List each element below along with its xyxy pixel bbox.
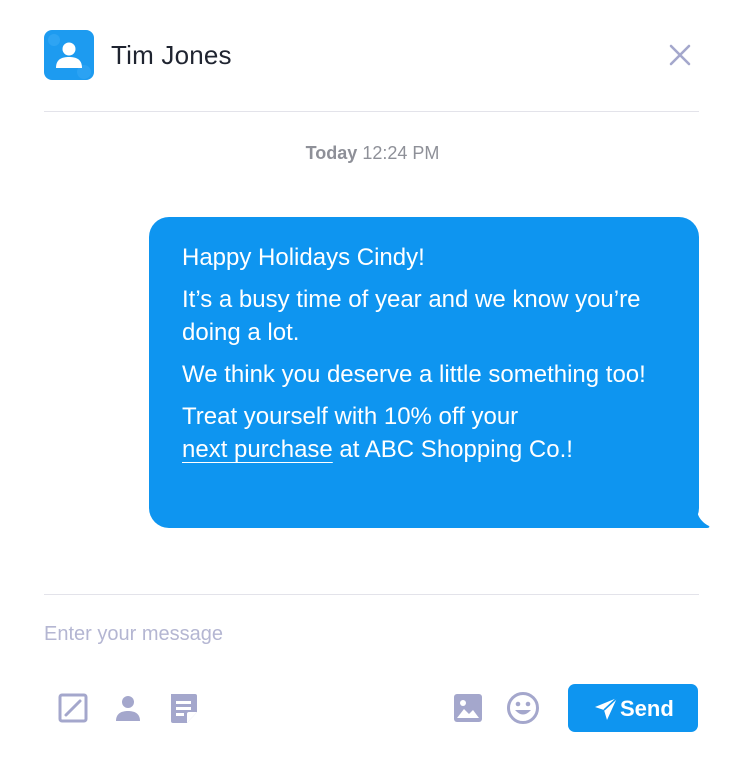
message-timestamp: Today 12:24 PM bbox=[0, 143, 745, 164]
person-avatar-icon bbox=[48, 34, 91, 79]
note-button[interactable] bbox=[166, 691, 200, 725]
contact-avatar bbox=[44, 30, 94, 80]
message-line-suffix: at ABC Shopping Co.! bbox=[332, 436, 573, 463]
message-line-prefix: Treat yourself with 10% off your bbox=[182, 403, 519, 430]
emoji-button[interactable] bbox=[506, 691, 540, 725]
close-icon bbox=[669, 44, 691, 66]
message-line: Happy Holidays Cindy! bbox=[182, 244, 425, 271]
message-line: It’s a busy time of year and we know you… bbox=[182, 286, 641, 346]
edit-button[interactable] bbox=[56, 691, 90, 725]
send-button[interactable]: Send bbox=[568, 684, 698, 732]
emoji-icon bbox=[507, 692, 539, 724]
bubble-tail bbox=[679, 487, 710, 528]
header-divider bbox=[44, 111, 699, 112]
note-icon bbox=[171, 694, 197, 723]
timestamp-day: Today bbox=[305, 143, 358, 163]
image-button[interactable] bbox=[451, 691, 485, 725]
close-button[interactable] bbox=[667, 42, 693, 68]
composer-divider bbox=[44, 594, 699, 595]
edit-icon bbox=[58, 693, 88, 723]
person-icon bbox=[116, 696, 140, 721]
timestamp-time: 12:24 PM bbox=[362, 143, 440, 163]
contact-name: Tim Jones bbox=[111, 40, 232, 70]
message-input[interactable] bbox=[44, 618, 699, 650]
next-purchase-link[interactable]: next purchase bbox=[182, 436, 333, 463]
message-bubble: Happy Holidays Cindy! It’s a busy time o… bbox=[149, 217, 711, 528]
contact-button[interactable] bbox=[111, 691, 145, 725]
send-label: Send bbox=[620, 696, 674, 721]
send-icon bbox=[595, 697, 618, 720]
message-line: We think you deserve a little something … bbox=[182, 361, 646, 388]
message-line: Treat yourself with 10% off your next pur… bbox=[182, 400, 682, 466]
image-icon bbox=[454, 694, 482, 722]
message-text: Happy Holidays Cindy! It’s a busy time o… bbox=[182, 241, 682, 475]
chat-header: Tim Jones bbox=[44, 30, 699, 82]
